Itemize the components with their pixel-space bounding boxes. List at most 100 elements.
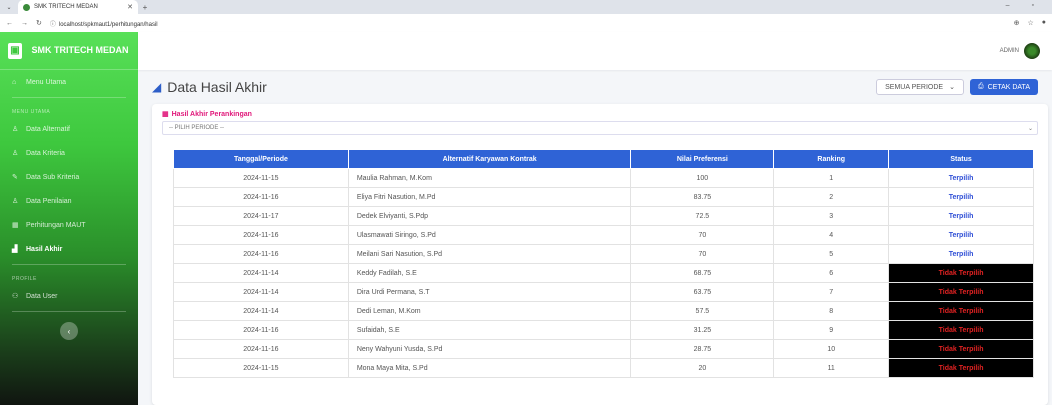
cell-nilai-preferensi: 57.5 — [630, 301, 775, 321]
user-icon: ♙ — [12, 150, 19, 157]
sidebar-item-data-user[interactable]: ⚇ Data User — [0, 284, 138, 308]
tab-title: SMK TRITECH MEDAN — [34, 4, 98, 10]
periode-select[interactable]: SEMUA PERIODE ⌄ — [876, 79, 964, 95]
reload-icon[interactable]: ↻ — [36, 19, 42, 27]
forward-icon[interactable]: → — [21, 20, 28, 27]
user-icon: ♙ — [12, 126, 19, 133]
sidebar-item-label: Data User — [26, 292, 58, 300]
cell-periode: 2024-11-15 — [173, 168, 349, 188]
avatar[interactable] — [1024, 43, 1040, 59]
home-icon: ⌂ — [12, 78, 17, 86]
chevron-down-icon: ⌄ — [1027, 125, 1033, 132]
cell-alternatif: Neny Wahyuni Yusda, S.Pd — [347, 339, 632, 359]
sidebar-item-label: Data Kriteria — [26, 149, 65, 157]
sidebar-item-hasil-akhir[interactable]: ▟ Hasil Akhir — [0, 237, 138, 261]
column-header[interactable]: Status — [888, 149, 1034, 169]
page-title-text: Data Hasil Akhir — [167, 79, 267, 95]
bookmark-star-icon[interactable]: ☆ — [1027, 19, 1033, 27]
status-badge: Terpilih — [888, 244, 1034, 264]
cell-alternatif: Dira Urdi Permana, S.T — [347, 282, 632, 302]
cell-ranking: 1 — [773, 168, 890, 188]
cell-alternatif: Meilani Sari Nasution, S.Pd — [347, 244, 632, 264]
print-button-label: CETAK DATA — [987, 83, 1030, 91]
sidebar-brand[interactable]: ▣ SMK TRITECH MEDAN — [0, 32, 138, 70]
table-row: 2024-11-16 Meilani Sari Nasution, S.Pd 70 5… — [173, 244, 1034, 264]
cell-periode: 2024-11-16 — [173, 225, 349, 245]
cell-ranking: 8 — [773, 301, 890, 321]
column-header[interactable]: Tanggal/Periode — [173, 149, 349, 169]
cell-periode: 2024-11-16 — [173, 339, 349, 359]
table-row: 2024-11-16 Sufaidah, S.E 31.25 9 Tidak Terpi… — [173, 320, 1034, 340]
window-controls[interactable]: – ▫ — [1006, 2, 1044, 9]
cell-alternatif: Dedek Elviyanti, S.Pdp — [347, 206, 632, 226]
sidebar-toggle-button[interactable]: ‹ — [60, 322, 78, 340]
status-badge: Tidak Terpilih — [888, 358, 1034, 378]
cell-alternatif: Dedi Leman, M.Kom — [347, 301, 632, 321]
print-button[interactable]: ⎙ CETAK DATA — [969, 79, 1038, 95]
sidebar-item-label: Data Sub Kriteria — [26, 173, 80, 181]
column-header[interactable]: Ranking — [773, 149, 890, 169]
table-row: 2024-11-16 Ulasmawati Siringo, S.Pd 70 4 Ter… — [173, 225, 1034, 245]
cell-nilai-preferensi: 20 — [630, 358, 775, 378]
table-row: 2024-11-16 Neny Wahyuni Yusda, S.Pd 28.75 1… — [173, 339, 1034, 359]
cell-nilai-preferensi: 70 — [630, 244, 775, 264]
status-badge: Tidak Terpilih — [888, 301, 1034, 321]
cell-ranking: 9 — [773, 320, 890, 340]
sidebar-item-label: Data Alternatif — [26, 125, 70, 133]
cell-ranking: 4 — [773, 225, 890, 245]
cell-nilai-preferensi: 68.75 — [630, 263, 775, 283]
cell-nilai-preferensi: 100 — [630, 168, 775, 188]
cell-nilai-preferensi: 70 — [630, 225, 775, 245]
user-name[interactable]: ADMIN — [1000, 48, 1019, 54]
users-icon: ⚇ — [12, 293, 19, 300]
back-icon[interactable]: ← — [6, 20, 13, 27]
status-badge: Terpilih — [888, 225, 1034, 245]
table-header-row: Tanggal/Periode Alternatif Karyawan Kont… — [173, 149, 1034, 169]
periode-select-value: SEMUA PERIODE — [885, 83, 944, 91]
status-badge: Tidak Terpilih — [888, 282, 1034, 302]
close-tab-icon[interactable]: ✕ — [127, 3, 133, 11]
site-info-icon[interactable]: ⓘ — [50, 22, 56, 28]
browser-tab[interactable]: SMK TRITECH MEDAN ✕ — [18, 0, 138, 14]
cell-periode: 2024-11-16 — [173, 187, 349, 207]
calculator-icon: ▦ — [12, 222, 19, 229]
cell-periode: 2024-11-16 — [173, 244, 349, 264]
sidebar-item-data-kriteria[interactable]: ♙ Data Kriteria — [0, 141, 138, 165]
column-header[interactable]: Nilai Preferensi — [630, 149, 775, 169]
sidebar: ▣ SMK TRITECH MEDAN ⌂ Menu Utama MENU UT… — [0, 32, 138, 405]
periode-filter-select[interactable]: -- PILIH PERIODE -- ⌄ — [162, 121, 1038, 135]
page-header: ◢ Data Hasil Akhir SEMUA PERIODE ⌄ ⎙ CET… — [138, 70, 1052, 104]
cell-alternatif: Mona Maya Mita, S.Pd — [347, 358, 632, 378]
brand-logo-icon: ▣ — [8, 42, 22, 59]
sidebar-item-data-sub-kriteria[interactable]: ✎ Data Sub Kriteria — [0, 165, 138, 189]
card-title-text: Hasil Akhir Perankingan — [171, 110, 252, 118]
cell-periode: 2024-11-14 — [173, 263, 349, 283]
sidebar-item-label: Hasil Akhir — [26, 245, 63, 253]
chevron-down-icon: ⌄ — [949, 84, 955, 91]
sidebar-item-data-penilaian[interactable]: ♙ Data Penilaian — [0, 189, 138, 213]
table-row: 2024-11-14 Dedi Leman, M.Kom 57.5 8 Tidak Te… — [173, 301, 1034, 321]
main-content: ADMIN ◢ Data Hasil Akhir SEMUA PERIODE ⌄… — [138, 32, 1052, 405]
column-header[interactable]: Alternatif Karyawan Kontrak — [347, 149, 632, 169]
status-badge: Tidak Terpilih — [888, 320, 1034, 340]
url-field[interactable]: ⓘ localhost/spkmaut1/perhitungan/hasil — [50, 19, 1006, 28]
status-badge: Terpilih — [888, 206, 1034, 226]
zoom-icon[interactable]: ⊕ — [1014, 19, 1020, 27]
results-card: ▦ Hasil Akhir Perankingan -- PILIH PERIO… — [152, 104, 1048, 405]
tab-list-chevron-icon[interactable]: ⌄ — [0, 4, 18, 11]
sidebar-divider — [12, 97, 126, 98]
status-badge: Tidak Terpilih — [888, 263, 1034, 283]
new-tab-button[interactable]: + — [138, 3, 152, 12]
sidebar-item-data-alternatif[interactable]: ♙ Data Alternatif — [0, 117, 138, 141]
sidebar-divider — [12, 311, 126, 312]
profile-icon[interactable]: ● — [1042, 19, 1046, 27]
sidebar-item-label: Perhitungan MAUT — [26, 221, 86, 229]
sidebar-item-label: Menu Utama — [26, 78, 67, 86]
cell-periode: 2024-11-15 — [173, 358, 349, 378]
sidebar-item-menu-utama[interactable]: ⌂ Menu Utama — [0, 70, 138, 94]
app: ▣ SMK TRITECH MEDAN ⌂ Menu Utama MENU UT… — [0, 32, 1052, 405]
sidebar-item-perhitungan-maut[interactable]: ▦ Perhitungan MAUT — [0, 213, 138, 237]
edit-icon: ✎ — [12, 174, 18, 181]
print-icon: ⎙ — [977, 83, 984, 90]
cell-alternatif: Eliya Fitri Nasution, M.Pd — [347, 187, 632, 207]
